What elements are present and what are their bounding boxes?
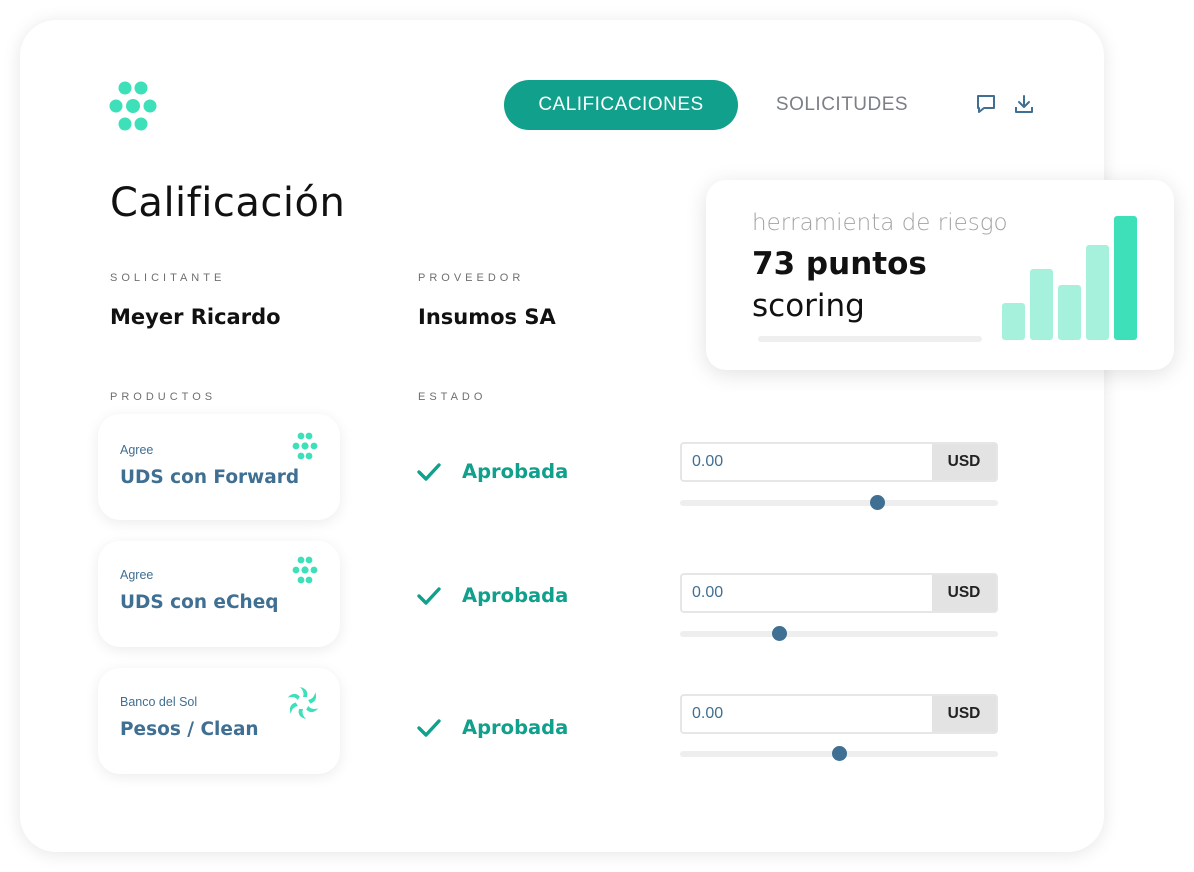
- amount-slider[interactable]: [680, 626, 998, 641]
- sun-swirl-icon: [287, 687, 319, 719]
- product-name: UDS con Forward: [120, 467, 300, 488]
- amount-field[interactable]: USD: [680, 442, 998, 482]
- score-bars: [1002, 210, 1142, 340]
- page-title: Calificación: [110, 180, 346, 226]
- product-name: UDS con eCheq: [120, 592, 279, 613]
- amount-input[interactable]: [682, 696, 934, 732]
- risk-points: 73 puntos: [752, 246, 927, 282]
- product-card[interactable]: Agree UDS con eCheq: [98, 541, 340, 647]
- provider-label: PROVEEDOR: [418, 272, 525, 284]
- risk-label: scoring: [752, 288, 865, 324]
- chat-icon[interactable]: [974, 92, 998, 116]
- slider-handle[interactable]: [832, 746, 847, 761]
- status-approved: Aprobada: [416, 460, 568, 483]
- amount-field[interactable]: USD: [680, 573, 998, 613]
- provider-value: Insumos SA: [418, 305, 556, 329]
- risk-subtitle: herramienta de riesgo: [752, 210, 1008, 236]
- product-provider: Agree: [120, 443, 154, 457]
- brand-logo: [109, 81, 157, 131]
- download-icon[interactable]: [1012, 92, 1036, 116]
- score-bar: [1086, 245, 1109, 340]
- product-card[interactable]: Agree UDS con Forward: [98, 414, 340, 520]
- tab-solicitudes[interactable]: SOLICITUDES: [760, 80, 924, 130]
- check-icon: [417, 718, 441, 737]
- currency-label: USD: [932, 696, 996, 732]
- product-name: Pesos / Clean: [120, 719, 259, 740]
- status-label: ESTADO: [418, 391, 487, 403]
- product-card[interactable]: Banco del Sol Pesos / Clean: [98, 668, 340, 774]
- currency-label: USD: [932, 575, 996, 611]
- product-provider: Agree: [120, 568, 154, 582]
- slider-handle[interactable]: [771, 626, 787, 641]
- score-bar: [1002, 303, 1025, 340]
- agree-dots-icon: [292, 556, 318, 584]
- score-bar: [1030, 269, 1053, 340]
- status-text: Aprobada: [462, 460, 569, 483]
- tab-calificaciones[interactable]: CALIFICACIONES: [504, 80, 738, 130]
- status-text: Aprobada: [462, 584, 569, 607]
- amount-input[interactable]: [682, 575, 934, 611]
- risk-track: [758, 336, 982, 342]
- status-approved: Aprobada: [416, 716, 568, 739]
- applicant-label: SOLICITANTE: [110, 272, 226, 284]
- agree-dots-icon: [292, 432, 318, 460]
- status-text: Aprobada: [462, 716, 569, 739]
- amount-field[interactable]: USD: [680, 694, 998, 734]
- risk-score-card: herramienta de riesgo 73 puntos scoring: [706, 180, 1174, 370]
- applicant-value: Meyer Ricardo: [110, 305, 281, 329]
- amount-slider[interactable]: [680, 746, 998, 761]
- amount-slider[interactable]: [680, 495, 998, 510]
- status-approved: Aprobada: [416, 584, 568, 607]
- check-icon: [417, 586, 441, 605]
- amount-input[interactable]: [682, 444, 934, 480]
- score-bar: [1058, 285, 1081, 340]
- check-icon: [417, 462, 441, 481]
- product-provider: Banco del Sol: [120, 695, 198, 709]
- score-bar: [1114, 216, 1137, 340]
- products-label: PRODUCTOS: [110, 391, 217, 403]
- currency-label: USD: [932, 444, 996, 480]
